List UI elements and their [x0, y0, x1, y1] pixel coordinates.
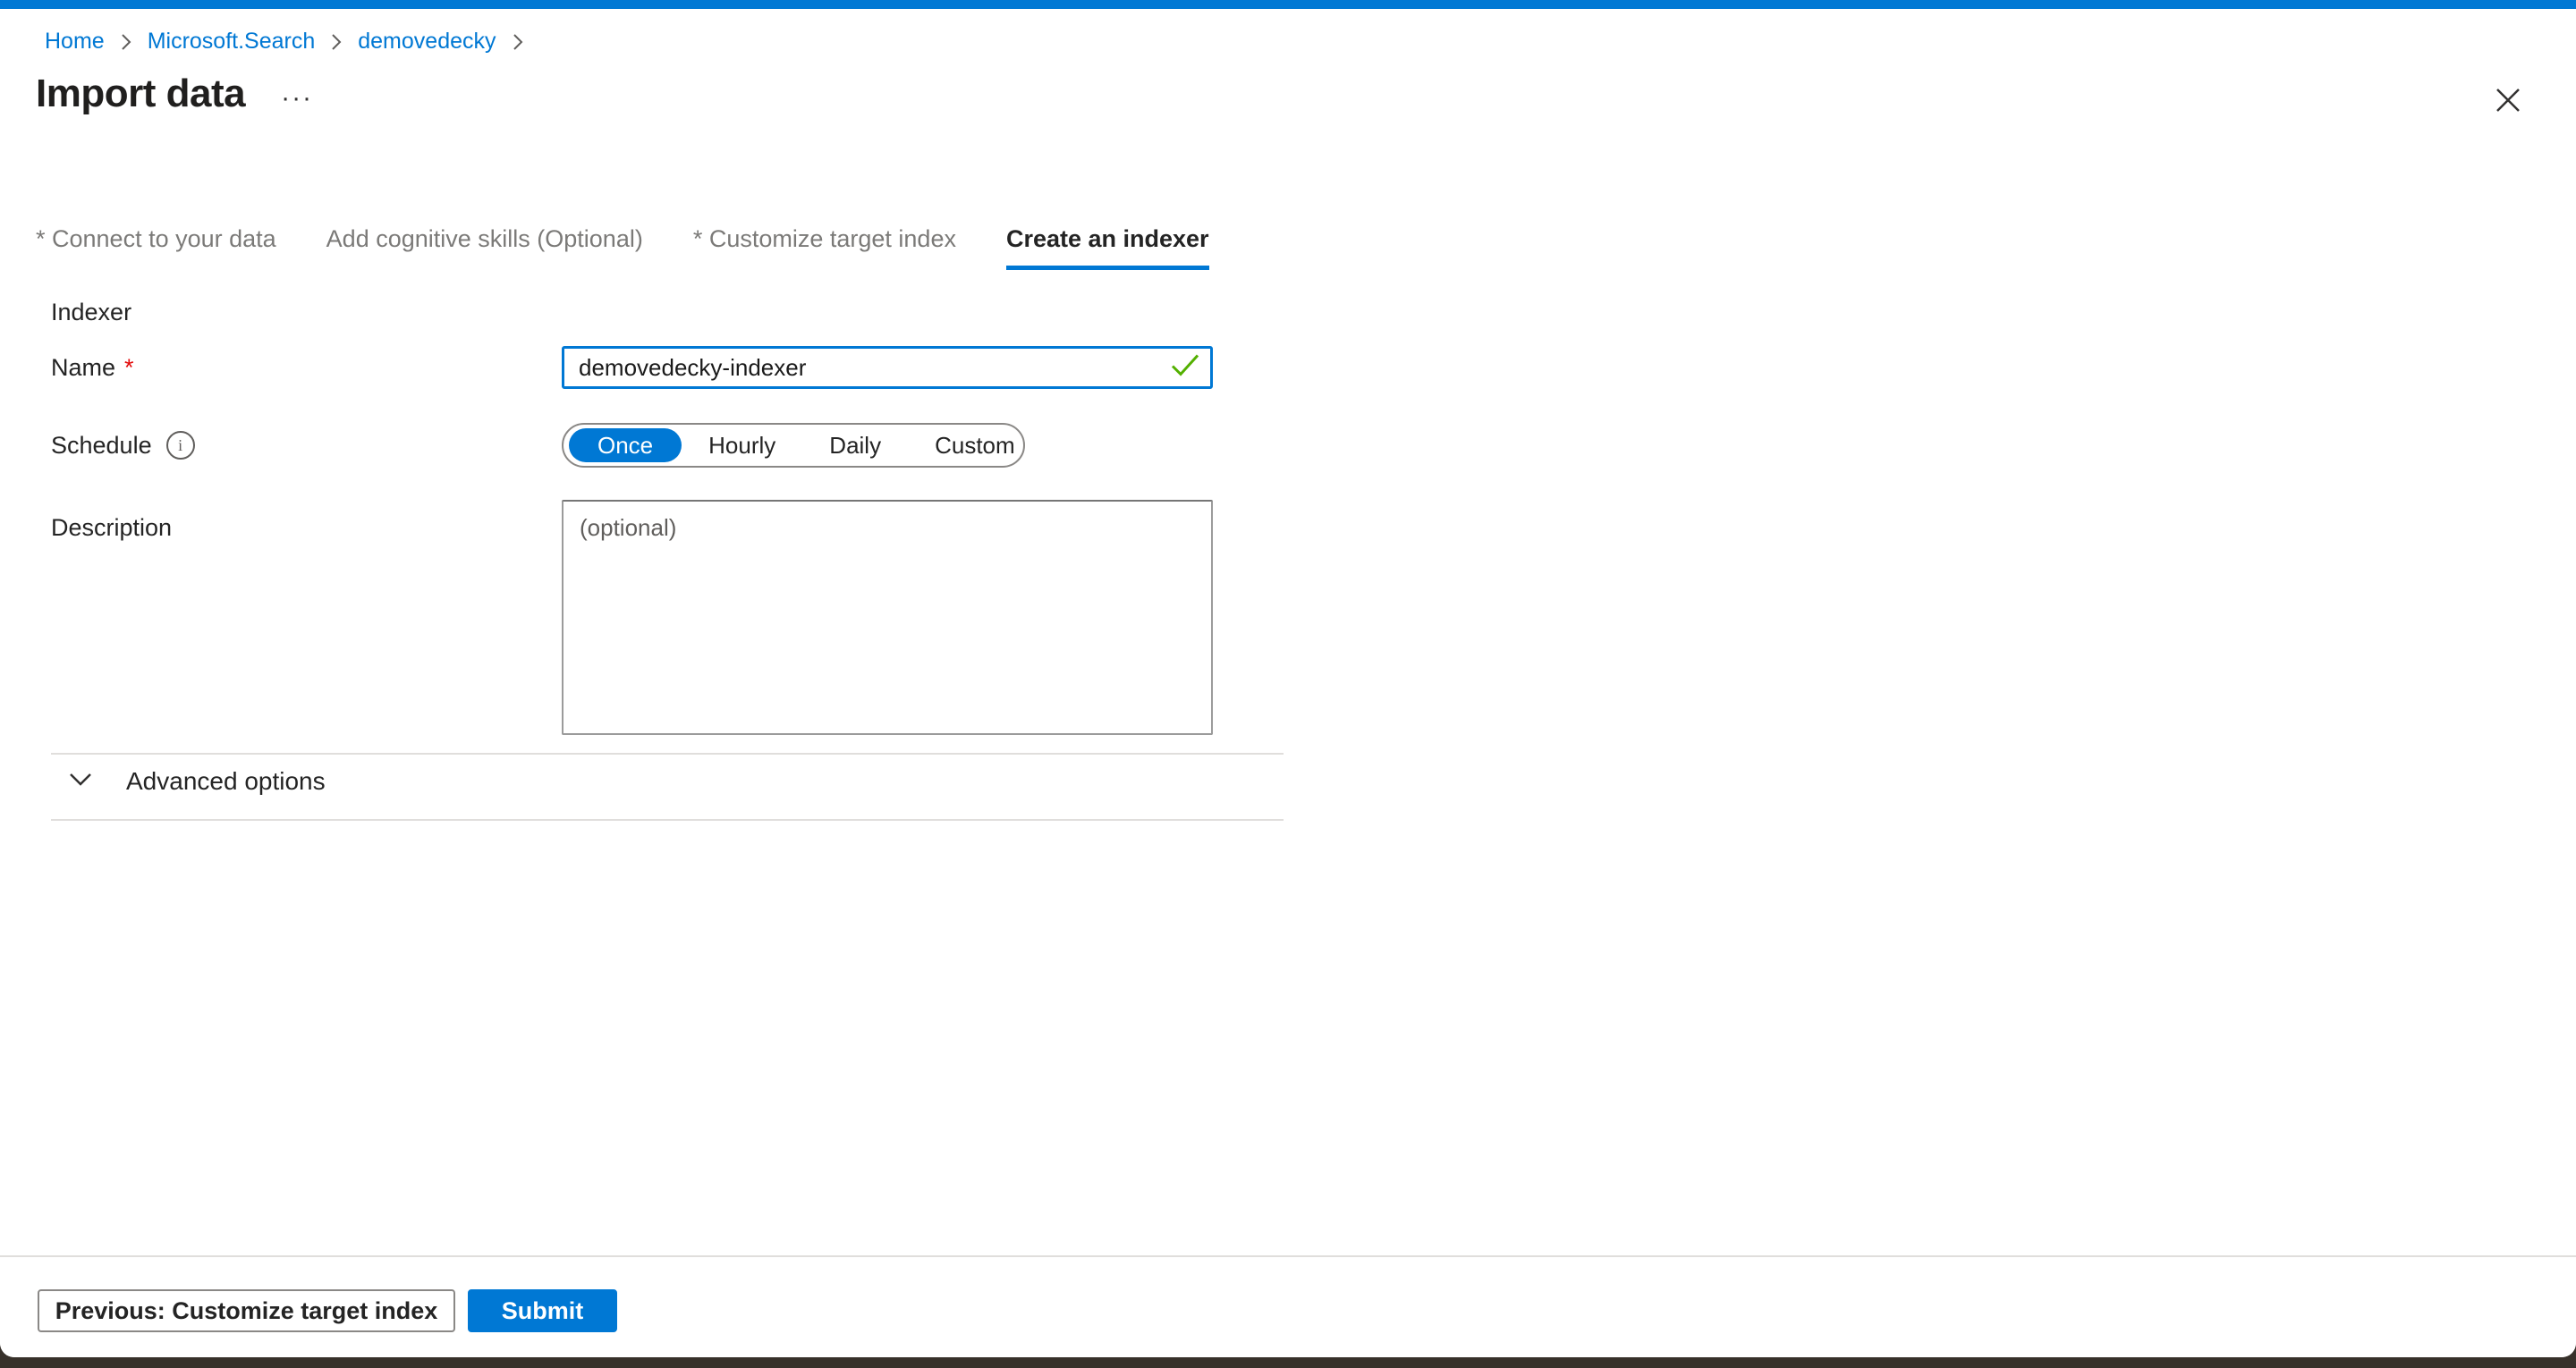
chevron-right-icon	[119, 32, 133, 52]
more-options-icon[interactable]: ···	[281, 76, 313, 112]
section-heading: Indexer	[51, 299, 1285, 326]
tab-create-an-indexer[interactable]: Create an indexer	[1006, 225, 1209, 270]
description-row: Description	[51, 500, 1285, 735]
tab-customize-target-index[interactable]: * Customize target index	[693, 225, 956, 270]
page-title: Import data	[36, 72, 245, 116]
title-row: Import data ···	[36, 72, 313, 116]
tab-connect-to-your-data[interactable]: * Connect to your data	[36, 225, 276, 270]
name-row: Name *	[51, 346, 1285, 389]
divider	[51, 819, 1284, 821]
wizard-tabs: * Connect to your data Add cognitive ski…	[36, 225, 1259, 270]
breadcrumb-link-home[interactable]: Home	[45, 29, 105, 55]
import-data-panel: Home Microsoft.Search demovedecky Import…	[0, 0, 2576, 1357]
schedule-option-hourly[interactable]: Hourly	[682, 428, 802, 462]
schedule-toggle-group: Once Hourly Daily Custom	[562, 423, 1025, 468]
previous-step-button[interactable]: Previous: Customize target index	[38, 1289, 455, 1332]
breadcrumb-link-microsoft-search[interactable]: Microsoft.Search	[148, 29, 316, 55]
chevron-down-icon	[67, 771, 94, 793]
breadcrumb: Home Microsoft.Search demovedecky	[45, 29, 539, 55]
wizard-footer: Previous: Customize target index Submit	[0, 1255, 2576, 1357]
advanced-options-label: Advanced options	[126, 767, 326, 796]
schedule-label: Schedule i	[51, 431, 562, 460]
required-asterisk: *	[124, 354, 134, 382]
indexer-name-input[interactable]	[562, 346, 1213, 389]
schedule-option-daily[interactable]: Daily	[802, 428, 908, 462]
close-icon[interactable]	[2490, 82, 2526, 118]
description-textarea[interactable]	[562, 500, 1213, 735]
schedule-option-once[interactable]: Once	[569, 428, 682, 462]
advanced-options-toggle[interactable]: Advanced options	[67, 767, 326, 796]
divider	[51, 753, 1284, 755]
chevron-right-icon	[511, 32, 525, 52]
azure-top-accent-bar	[0, 0, 2576, 9]
valid-check-icon	[1170, 352, 1200, 384]
description-label: Description	[51, 500, 562, 542]
info-icon[interactable]: i	[166, 431, 195, 460]
chevron-right-icon	[329, 32, 343, 52]
schedule-option-custom[interactable]: Custom	[908, 428, 1042, 462]
schedule-row: Schedule i Once Hourly Daily Custom	[51, 423, 1285, 468]
submit-button[interactable]: Submit	[468, 1289, 617, 1332]
footer-buttons: Previous: Customize target index Submit	[38, 1289, 617, 1332]
name-input-wrap	[562, 346, 1213, 389]
name-label: Name *	[51, 354, 562, 382]
indexer-form: Indexer Name * Schedule i Once Hourly Da	[51, 299, 1285, 735]
breadcrumb-link-demovedecky[interactable]: demovedecky	[358, 29, 496, 55]
tab-add-cognitive-skills[interactable]: Add cognitive skills (Optional)	[326, 225, 643, 270]
